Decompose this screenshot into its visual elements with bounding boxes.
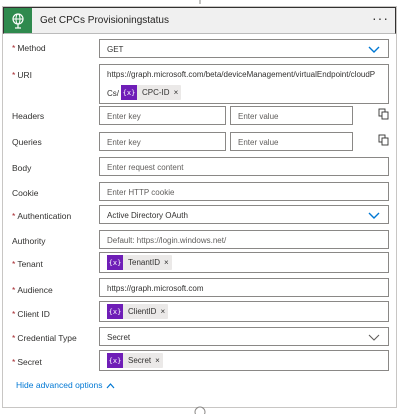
audience-input[interactable]: https://graph.microsoft.com [99,278,389,297]
http-globe-icon [4,8,32,33]
expression-icon: {x} [107,304,123,319]
method-label: * Method [12,43,46,53]
chevron-down-icon [368,212,380,219]
add-step-connector-icon[interactable] [193,405,207,414]
action-card: Get CPCs Provisioningstatus ··· * Method … [2,6,397,408]
method-dropdown[interactable]: GET [99,39,389,58]
cpc-id-token[interactable]: {x} CPC-ID × [121,85,182,100]
query-key-input[interactable]: Enter key [99,132,226,151]
expression-icon: {x} [107,255,123,270]
expression-icon: {x} [107,353,123,368]
action-title[interactable]: Get CPCs Provisioningstatus [40,15,169,26]
remove-token-icon[interactable]: × [174,88,182,97]
switch-to-text-mode-icon[interactable] [378,108,389,120]
authentication-dropdown[interactable]: Active Directory OAuth [99,205,389,224]
secret-input[interactable]: {x} Secret × [99,350,389,371]
authority-label: Authority [12,236,46,246]
chevron-up-icon [107,382,115,388]
uri-input[interactable]: https://graph.microsoft.com/beta/deviceM… [99,64,389,104]
expression-icon: {x} [121,85,137,100]
client-id-input[interactable]: {x} ClientID × [99,301,389,322]
action-header[interactable]: Get CPCs Provisioningstatus ··· [3,7,396,34]
uri-label: * URI [12,70,32,80]
body-input[interactable]: Enter request content [99,157,389,176]
authority-input[interactable]: Default: https://login.windows.net/ [99,230,389,249]
credential-type-label: * Credential Type [12,333,77,343]
tenant-input[interactable]: {x} TenantID × [99,252,389,273]
remove-token-icon[interactable]: × [160,307,168,316]
remove-token-icon[interactable]: × [164,258,172,267]
headers-label: Headers [12,111,45,121]
uri-value-prefix: Cs/ [107,89,119,98]
client-id-token[interactable]: {x} ClientID × [107,304,169,319]
audience-label: * Audience [12,285,53,295]
queries-label: Queries [12,137,42,147]
query-value-input[interactable]: Enter value [230,132,353,151]
tenant-label: * Tenant [12,259,43,269]
credential-type-dropdown[interactable]: Secret [99,327,389,346]
chevron-down-icon [368,334,380,341]
hide-advanced-options-link[interactable]: Hide advanced options [16,380,115,390]
cookie-input[interactable]: Enter HTTP cookie [99,182,389,201]
remove-token-icon[interactable]: × [155,356,163,365]
secret-token[interactable]: {x} Secret × [107,353,163,368]
method-value: GET [107,45,124,54]
tenant-id-token[interactable]: {x} TenantID × [107,255,172,270]
more-options-button[interactable]: ··· [372,10,389,26]
authentication-label: * Authentication [12,211,72,221]
cookie-label: Cookie [12,188,39,198]
header-value-input[interactable]: Enter value [230,106,353,125]
secret-label: * Secret [12,357,42,367]
flow-connector-arrow [199,0,201,4]
client-id-label: * Client ID [12,309,50,319]
uri-value-line1: https://graph.microsoft.com/beta/deviceM… [107,70,376,79]
chevron-down-icon [368,46,380,53]
header-key-input[interactable]: Enter key [99,106,226,125]
switch-to-text-mode-icon[interactable] [378,134,389,146]
body-label: Body [12,163,32,173]
